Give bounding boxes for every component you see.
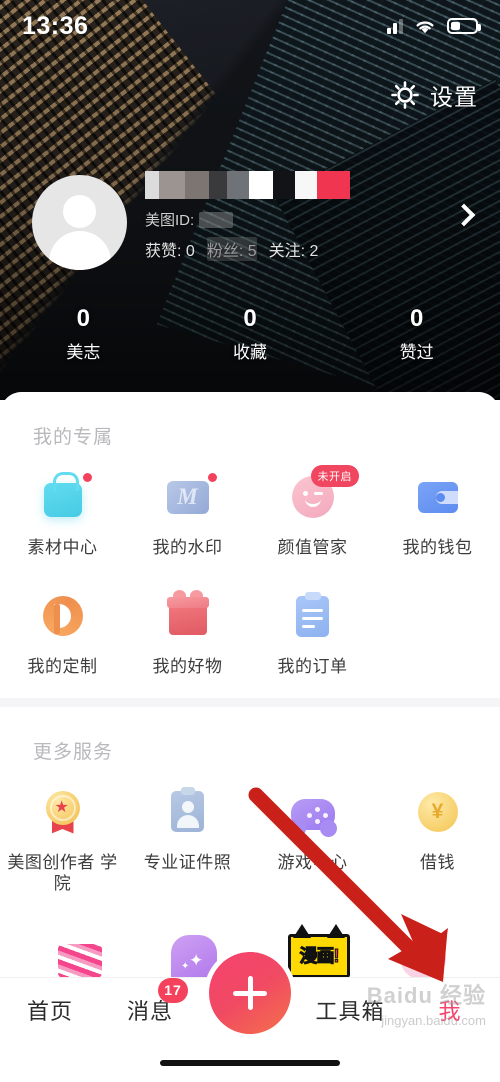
grid-item-empty [375,572,500,691]
gamepad-icon [288,799,337,837]
gear-icon [390,80,420,110]
grid-item-my-wallet[interactable]: 我的钱包 [375,453,500,572]
clipboard-list-icon [296,591,329,637]
profile-stats: 获赞: 0 粉丝: 5 关注: 2 [145,237,445,261]
chevron-right-icon[interactable] [452,203,476,227]
shopping-bag-icon [43,472,82,517]
nav-item-label: 消息 [126,999,173,1024]
section-divider [0,697,500,707]
grid-item-label: 专业证件照 [143,852,232,872]
gift-box-icon [166,590,209,636]
grid-item-label: 游戏中心 [277,852,348,872]
grid-item-my-custom[interactable]: 我的定制 [0,572,125,691]
default-avatar-icon [63,195,96,228]
section-title: 更多服务 [33,741,114,763]
baidu-watermark: Baidu 经验 jingyan.baidu.com [367,981,486,1030]
magic-wand-icon[interactable]: ✦ ✦ [171,935,217,980]
wifi-icon [416,20,434,33]
nail-art-icon[interactable] [58,944,102,978]
grid-item-label: 借钱 [420,852,455,872]
watermark-main: Baidu 经验 [366,983,486,1009]
wallet-icon [417,481,458,513]
grid-item-label: 我的定制 [27,657,98,677]
grid-item-id-photo[interactable]: 专业证件照 [125,768,250,909]
avatar[interactable] [32,175,127,270]
id-photo-icon [171,787,204,832]
username-masked [145,171,350,199]
status-bar-time: 13:36 [22,11,89,40]
create-button[interactable] [209,952,291,1034]
following-stat: 关注: 2 [268,243,319,260]
section-more-services: 更多服务 ★ 美图创作者 学院 专业证件照 游戏中心 ¥ 借钱 [0,706,500,914]
settings-label: 设置 [430,84,478,110]
grid-item-game-center[interactable]: 游戏中心 [250,768,375,909]
counter-value: 0 [410,305,424,332]
grid-item-label: 我的水印 [152,538,223,557]
watermark-m-icon: M [166,480,209,514]
grid-item-label: 我的订单 [277,657,348,677]
grid-item-label: 我的好物 [152,657,223,677]
avatar-silhouette-body [48,231,111,270]
grid-item-label: 我的钱包 [402,538,473,557]
meitu-id-value-masked [199,211,234,228]
exclusive-grid: 素材中心 M 我的水印 未开启 颜值管家 我的钱包 我的定制 我的好物 我的订单 [0,453,500,692]
counter-value: 0 [243,305,257,332]
yuan-coin-icon: ¥ [417,791,458,832]
app-screen: 13:36 设置 美图ID: 获赞: 0 粉丝: 5 关注: 2 0 美志 0 … [0,0,500,1082]
watermark-sub: jingyan.baidu.com [381,1012,486,1028]
section-my-exclusive: 我的专属 素材中心 M 我的水印 未开启 颜值管家 我的钱包 我的定制 我的好物… [0,392,500,698]
grid-item-label: 美图创作者 学院 [7,852,118,893]
grid-item-material-center[interactable]: 素材中心 [0,453,125,572]
counter-favorites[interactable]: 0 收藏 [167,305,334,363]
grid-item-beauty-manager[interactable]: 未开启 颜值管家 [250,453,375,572]
signal-bars-icon [387,18,403,34]
nav-item-home[interactable]: 首页 [0,994,100,1026]
likes-stat: 获赞: 0 [145,243,195,260]
grid-item-label: 素材中心 [27,538,98,557]
grid-item-label: 颜值管家 [277,538,348,557]
home-indicator [160,1060,340,1066]
grid-item-my-goods[interactable]: 我的好物 [125,572,250,691]
medal-star-icon: ★ [43,790,83,834]
meitu-id-row: 美图ID: [145,209,445,230]
section-title: 我的专属 [33,427,114,448]
settings-button[interactable]: 设置 [390,78,478,112]
letter-d-icon [42,596,83,637]
grid-item-my-watermark[interactable]: M 我的水印 [125,453,250,572]
grid-item-loan[interactable]: ¥ 借钱 [375,768,500,909]
counter-value: 0 [76,305,91,332]
status-bar-icons [387,18,481,35]
manga-icon[interactable]: 漫画! [288,924,350,978]
status-bar: 13:36 [0,0,500,52]
profile-header[interactable]: 美图ID: 获赞: 0 粉丝: 5 关注: 2 [0,165,500,295]
red-dot-badge [207,473,217,482]
counter-label: 美志 [66,342,101,362]
grid-item-creator-academy[interactable]: ★ 美图创作者 学院 [0,768,125,909]
red-dot-badge [82,473,92,482]
counter-label: 收藏 [233,342,267,362]
fans-stat: 粉丝: 5 [206,237,257,261]
services-grid: ★ 美图创作者 学院 专业证件照 游戏中心 ¥ 借钱 [0,768,500,909]
meitu-id-label: 美图ID: [145,212,195,229]
counter-liked[interactable]: 0 赞过 [333,305,500,363]
grid-item-my-orders[interactable]: 我的订单 [250,572,375,691]
bubble-d-icon[interactable] [400,936,446,980]
message-count-badge: 17 [158,978,188,1003]
status-badge: 未开启 [310,465,359,487]
counter-label: 赞过 [399,342,434,362]
profile-info: 美图ID: 获赞: 0 粉丝: 5 关注: 2 [145,171,445,261]
battery-icon [447,18,481,34]
nav-item-messages[interactable]: 消息 17 [100,978,200,1026]
counter-meizhi[interactable]: 0 美志 [0,305,167,363]
profile-counters: 0 美志 0 收藏 0 赞过 [0,305,500,363]
